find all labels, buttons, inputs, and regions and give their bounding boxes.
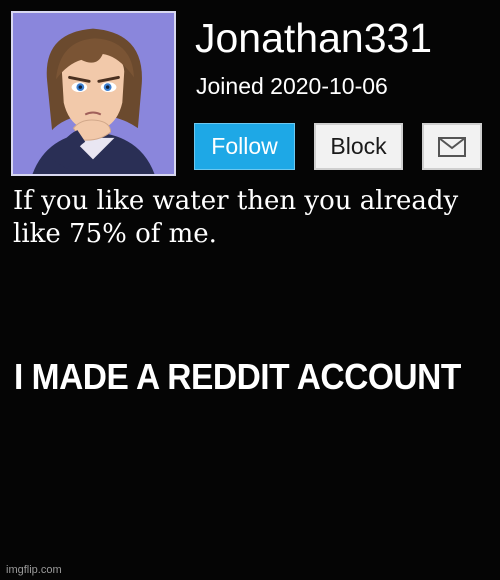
block-button[interactable]: Block bbox=[314, 123, 403, 170]
username: Jonathan331 bbox=[195, 15, 433, 61]
headline-text: I MADE A REDDIT ACCOUNT bbox=[14, 356, 461, 397]
avatar-portrait bbox=[13, 13, 174, 174]
envelope-icon bbox=[438, 136, 466, 157]
follow-button[interactable]: Follow bbox=[194, 123, 295, 170]
message-button[interactable] bbox=[422, 123, 482, 170]
bio-text: If you like water then you already like … bbox=[13, 186, 459, 249]
avatar bbox=[11, 11, 176, 176]
watermark: imgflip.com bbox=[6, 564, 62, 576]
joined-date: Joined 2020-10-06 bbox=[196, 73, 388, 99]
